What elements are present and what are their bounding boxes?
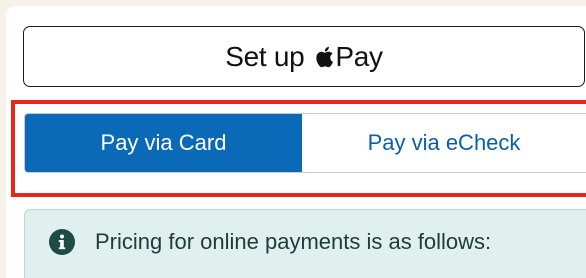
tab-pay-via-card[interactable]: Pay via Card: [25, 114, 302, 172]
tab-label: Pay via eCheck: [367, 130, 521, 155]
pricing-info-alert: Pricing for online payments is as follow…: [24, 209, 586, 278]
apple-pay-label-prefix: Set up: [225, 40, 305, 72]
pricing-info-text: Pricing for online payments is as follow…: [95, 229, 492, 254]
apple-pay-label-suffix: Pay: [335, 40, 383, 72]
tab-pay-via-echeck[interactable]: Pay via eCheck: [302, 114, 586, 172]
tab-label: Pay via Card: [100, 130, 227, 155]
setup-apple-pay-button[interactable]: Set up Pay: [23, 26, 585, 87]
apple-logo-icon: [314, 45, 334, 69]
payment-method-tabs: Pay via Card Pay via eCheck: [24, 113, 586, 173]
info-circle-icon: [49, 229, 75, 255]
apple-pay-label: Set up Pay: [225, 41, 383, 73]
